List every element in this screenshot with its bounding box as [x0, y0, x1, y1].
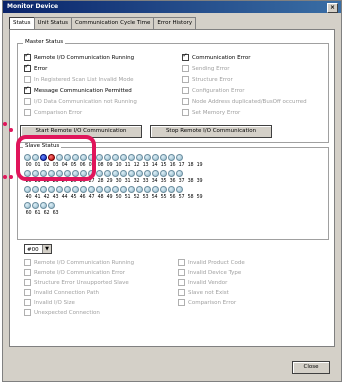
master-io-not-running-checkbox: I/O Data Communication not Running: [24, 98, 137, 105]
close-button[interactable]: Close: [292, 361, 330, 374]
slave-led[interactable]: [104, 170, 111, 177]
master-error-checkbox[interactable]: Error: [24, 63, 47, 72]
annotation-dot: [9, 175, 13, 179]
slave-led[interactable]: [152, 170, 159, 177]
slave-led[interactable]: [120, 154, 127, 161]
slave-led[interactable]: [128, 170, 135, 177]
window-title: Monitor Device: [7, 3, 59, 10]
master-comparison-error-checkbox: Comparison Error: [24, 109, 82, 116]
slave-led[interactable]: [96, 170, 103, 177]
slave-led[interactable]: [24, 202, 31, 209]
slave-number-row: 60 61 62 63: [25, 211, 59, 216]
slave-led[interactable]: [176, 170, 183, 177]
close-icon[interactable]: ×: [327, 3, 338, 13]
slave-led[interactable]: [24, 186, 31, 193]
status-pane: Master Status Remote I/O Communication R…: [9, 29, 335, 347]
monitor-device-window: Monitor Device × Status Unit Status Comm…: [2, 0, 342, 382]
tab-error-history[interactable]: Error History: [153, 17, 197, 29]
master-message-permitted-checkbox[interactable]: Message Communication Permitted: [24, 85, 132, 94]
detail-invalid-vendor-checkbox: Invalid Vendor: [178, 279, 227, 286]
tab-unit-status[interactable]: Unit Status: [33, 17, 73, 29]
slave-led[interactable]: [168, 154, 175, 161]
led-row: [24, 202, 224, 210]
slave-led[interactable]: [48, 202, 55, 209]
master-configuration-error-checkbox: Configuration Error: [182, 87, 244, 94]
slave-led[interactable]: [40, 202, 47, 209]
slave-led[interactable]: [160, 154, 167, 161]
slave-led[interactable]: [32, 202, 39, 209]
slave-led[interactable]: [168, 186, 175, 193]
slave-led[interactable]: [160, 170, 167, 177]
slave-led[interactable]: [80, 186, 87, 193]
slave-led[interactable]: [104, 186, 111, 193]
slave-led[interactable]: [136, 186, 143, 193]
slave-led[interactable]: [120, 186, 127, 193]
master-remote-io-running-checkbox[interactable]: Remote I/O Communication Running: [24, 52, 134, 61]
detail-invalid-product-code-checkbox: Invalid Product Code: [178, 259, 245, 266]
slave-led[interactable]: [96, 186, 103, 193]
slave-led[interactable]: [144, 154, 151, 161]
stop-remote-io-button[interactable]: Stop Remote I/O Communication: [150, 125, 272, 138]
slave-led[interactable]: [128, 186, 135, 193]
slave-led[interactable]: [160, 186, 167, 193]
detail-remote-io-running-checkbox: Remote I/O Communication Running: [24, 259, 134, 266]
slave-led[interactable]: [176, 154, 183, 161]
led-row: [24, 186, 224, 194]
detail-slave-not-exist-checkbox: Slave not Exist: [178, 289, 229, 296]
title-bar: Monitor Device ×: [3, 1, 341, 13]
slave-led[interactable]: [112, 170, 119, 177]
slave-led[interactable]: [144, 186, 151, 193]
slave-led[interactable]: [168, 170, 175, 177]
master-sending-error-checkbox: Sending Error: [182, 65, 230, 72]
slave-led[interactable]: [176, 186, 183, 193]
detail-invalid-device-type-checkbox: Invalid Device Type: [178, 269, 241, 276]
tab-communication-cycle-time[interactable]: Communication Cycle Time: [71, 17, 155, 29]
detail-invalid-io-size-checkbox: Invalid I/O Size: [24, 299, 75, 306]
slave-led[interactable]: [128, 154, 135, 161]
slave-led[interactable]: [72, 186, 79, 193]
slave-led[interactable]: [88, 186, 95, 193]
slave-led[interactable]: [48, 186, 55, 193]
annotation-dot: [9, 128, 13, 132]
slave-led[interactable]: [56, 186, 63, 193]
annotation-dot: [3, 122, 7, 126]
highlight-annotation: [16, 135, 96, 181]
chevron-down-icon[interactable]: ▼: [42, 245, 51, 253]
master-structure-error-checkbox: Structure Error: [182, 76, 233, 83]
detail-comparison-error-checkbox: Comparison Error: [178, 299, 236, 306]
detail-structure-error-checkbox: Structure Error Unsupported Slave: [24, 279, 129, 286]
slave-led[interactable]: [96, 154, 103, 161]
slave-led[interactable]: [32, 186, 39, 193]
slave-led[interactable]: [152, 186, 159, 193]
detail-unexpected-connection-checkbox: Unexpected Connection: [24, 309, 100, 316]
slave-led[interactable]: [64, 186, 71, 193]
detail-remote-io-error-checkbox: Remote I/O Communication Error: [24, 269, 125, 276]
slave-led[interactable]: [112, 154, 119, 161]
slave-select-dropdown[interactable]: #00 ▼: [24, 244, 52, 254]
master-node-address-checkbox: Node Address duplicated/BusOff occurred: [182, 98, 307, 105]
master-status-label: Master Status: [23, 39, 66, 45]
slave-led[interactable]: [104, 154, 111, 161]
slave-led[interactable]: [136, 170, 143, 177]
slave-led[interactable]: [144, 170, 151, 177]
slave-led[interactable]: [40, 186, 47, 193]
tab-strip: Status Unit Status Communication Cycle T…: [9, 17, 197, 30]
annotation-dot: [3, 175, 7, 179]
slave-led[interactable]: [136, 154, 143, 161]
slave-led[interactable]: [120, 170, 127, 177]
master-set-memory-error-checkbox: Set Memory Error: [182, 109, 240, 116]
detail-invalid-connection-path-checkbox: Invalid Connection Path: [24, 289, 99, 296]
master-invalid-mode-checkbox: In Registered Scan List Invalid Mode: [24, 76, 134, 83]
master-communication-error-checkbox[interactable]: Communication Error: [182, 52, 251, 61]
slave-led[interactable]: [152, 154, 159, 161]
slave-led[interactable]: [112, 186, 119, 193]
slave-number-row: 40 41 42 43 44 45 46 47 48 49 50 51 52 53 54 55 56 57 58 59: [25, 195, 203, 200]
